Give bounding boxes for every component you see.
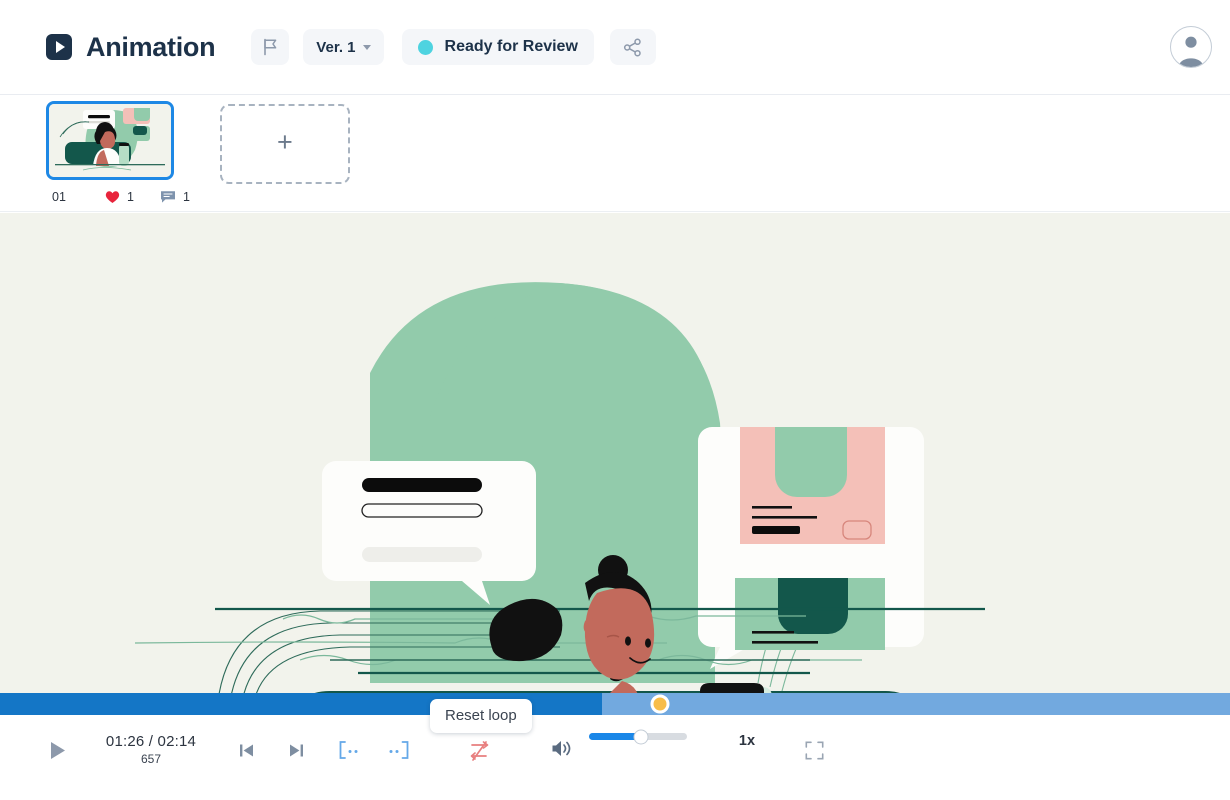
reset-loop-button[interactable] xyxy=(463,733,499,769)
frames-strip: 01 1 1 + xyxy=(0,95,1230,212)
timeline-playhead[interactable] xyxy=(650,694,670,714)
play-logo-icon xyxy=(46,34,72,60)
playback-speed-button[interactable]: 1x xyxy=(725,733,769,749)
frame-number: 01 xyxy=(52,190,66,204)
add-frame-button[interactable]: + xyxy=(219,104,350,184)
flag-icon xyxy=(263,38,277,56)
frame-item: 01 1 1 xyxy=(46,101,190,204)
previous-frame-button[interactable] xyxy=(229,733,263,767)
timeline-scrubber[interactable] xyxy=(0,693,1230,715)
volume-knob[interactable] xyxy=(633,729,649,744)
logo-block: Animation xyxy=(46,31,216,63)
current-total-time: 01:26 / 02:14 xyxy=(105,733,197,750)
frame-meta: 01 1 1 xyxy=(46,190,190,204)
frame-thumbnail-preview xyxy=(49,104,171,177)
fullscreen-icon xyxy=(805,741,823,759)
avatar[interactable] xyxy=(1166,22,1216,72)
illustration xyxy=(0,213,1230,693)
frame-counter: 657 xyxy=(140,752,162,766)
set-loop-end-button[interactable] xyxy=(381,733,415,767)
share-icon xyxy=(624,38,642,56)
like-count: 1 xyxy=(127,190,134,204)
reset-loop-icon xyxy=(470,741,489,761)
set-loop-start-button[interactable] xyxy=(333,733,367,767)
reset-loop-tooltip: Reset loop xyxy=(430,699,532,733)
loop-start-bracket-icon xyxy=(339,741,358,759)
page-title: Animation xyxy=(86,31,216,62)
comment-group[interactable]: 1 xyxy=(160,190,190,204)
comment-count: 1 xyxy=(182,190,190,204)
version-dropdown-button[interactable]: Ver. 1 xyxy=(303,29,384,65)
app-header: Animation Ver. 1 Ready for Review xyxy=(0,0,1230,95)
version-label: Ver. 1 xyxy=(316,38,356,56)
like-group[interactable]: 1 xyxy=(105,190,134,204)
share-button[interactable] xyxy=(609,29,656,65)
user-avatar-icon xyxy=(1178,36,1204,67)
play-button[interactable] xyxy=(41,733,75,767)
player-controls: 01:26 / 02:14 657 1x xyxy=(0,715,1230,800)
skip-next-icon xyxy=(289,744,303,756)
play-icon xyxy=(51,741,65,759)
flag-button[interactable] xyxy=(251,29,290,65)
volume-icon xyxy=(552,740,571,756)
status-dot-icon xyxy=(417,39,433,55)
volume-slider[interactable] xyxy=(589,729,687,744)
status-badge[interactable]: Ready for Review xyxy=(401,29,594,65)
fullscreen-button[interactable] xyxy=(797,733,831,767)
chevron-down-icon xyxy=(362,44,371,50)
next-frame-button[interactable] xyxy=(279,733,313,767)
animation-canvas[interactable] xyxy=(0,213,1230,693)
comment-icon xyxy=(160,191,175,203)
skip-previous-icon xyxy=(239,744,253,756)
time-display: 01:26 / 02:14 657 xyxy=(89,733,213,766)
frame-thumbnail-01[interactable] xyxy=(46,101,174,180)
volume-button[interactable] xyxy=(547,733,577,763)
status-label: Ready for Review xyxy=(444,38,578,55)
plus-icon: + xyxy=(277,127,293,157)
loop-end-bracket-icon xyxy=(389,741,409,759)
heart-icon xyxy=(105,191,120,203)
app-root: Animation Ver. 1 Ready for Review 01 1 1… xyxy=(0,0,1230,800)
